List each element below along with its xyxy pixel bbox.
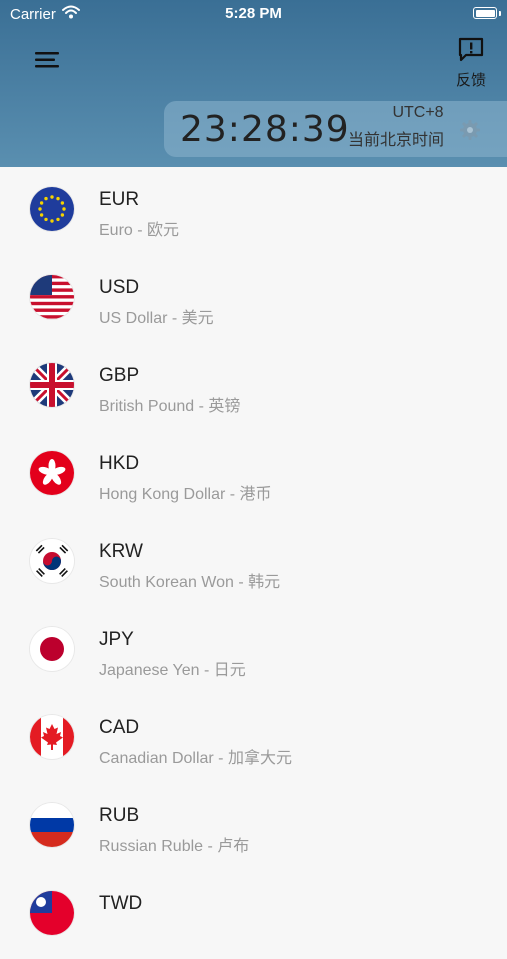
status-bar: Carrier 5:28 PM (0, 0, 507, 28)
hk-flag-icon (30, 451, 74, 495)
currency-row-gbp[interactable]: GBP British Pound - 英镑 (0, 343, 507, 431)
clock-card: 23:28:39 UTC+8 当前北京时间 (164, 101, 507, 157)
currency-name: Euro - 欧元 (99, 222, 180, 239)
currency-name: British Pound - 英镑 (99, 398, 241, 415)
currency-code: RUB (99, 805, 140, 826)
currency-row-eur[interactable]: EUR Euro - 欧元 (0, 167, 507, 255)
currency-row-krw[interactable]: KRW South Korean Won - 韩元 (0, 519, 507, 607)
eu-flag-icon (30, 187, 74, 231)
app-header: Carrier 5:28 PM 反馈 23:28:39 UTC+8 当前北京时间 (0, 0, 507, 167)
currency-code: KRW (99, 541, 143, 562)
kr-flag-icon (30, 539, 74, 583)
currency-name: South Korean Won - 韩元 (99, 574, 281, 591)
clock-timezone: UTC+8 (392, 104, 444, 121)
currency-code: JPY (99, 629, 134, 650)
currency-name: Russian Ruble - 卢布 (99, 838, 250, 855)
ru-flag-icon (30, 803, 74, 847)
gear-icon[interactable] (459, 119, 481, 141)
tw-flag-icon (30, 891, 74, 935)
currency-name: Canadian Dollar - 加拿大元 (99, 750, 292, 767)
currency-name: Hong Kong Dollar - 港币 (99, 486, 272, 503)
ca-flag-icon (30, 715, 74, 759)
us-flag-icon (30, 275, 74, 319)
menu-icon (35, 52, 59, 68)
currency-code: EUR (99, 189, 140, 210)
currency-row-jpy[interactable]: JPY Japanese Yen - 日元 (0, 607, 507, 695)
uk-flag-icon (30, 363, 74, 407)
currency-row-hkd[interactable]: HKD Hong Kong Dollar - 港币 (0, 431, 507, 519)
currency-list: EUR Euro - 欧元 USD US Dollar - 美元 GBP Bri… (0, 167, 507, 959)
menu-button[interactable] (30, 45, 64, 75)
message-alert-icon (458, 37, 484, 62)
currency-row-twd[interactable]: TWD (0, 871, 507, 959)
currency-code: USD (99, 277, 140, 298)
clock-time: 23:28:39 (180, 109, 350, 150)
currency-name: Japanese Yen - 日元 (99, 662, 246, 679)
feedback-label: 反馈 (455, 72, 486, 89)
currency-row-rub[interactable]: RUB Russian Ruble - 卢布 (0, 783, 507, 871)
currency-row-cad[interactable]: CAD Canadian Dollar - 加拿大元 (0, 695, 507, 783)
clock-location: 当前北京时间 (348, 132, 445, 149)
currency-code: TWD (99, 893, 143, 914)
currency-code: HKD (99, 453, 140, 474)
battery-icon (473, 7, 497, 19)
currency-code: GBP (99, 365, 140, 386)
feedback-button[interactable]: 反馈 (448, 36, 494, 89)
currency-code: CAD (99, 717, 140, 738)
currency-name: US Dollar - 美元 (99, 310, 214, 327)
jp-flag-icon (30, 627, 74, 671)
currency-row-usd[interactable]: USD US Dollar - 美元 (0, 255, 507, 343)
status-time: 5:28 PM (225, 5, 282, 22)
